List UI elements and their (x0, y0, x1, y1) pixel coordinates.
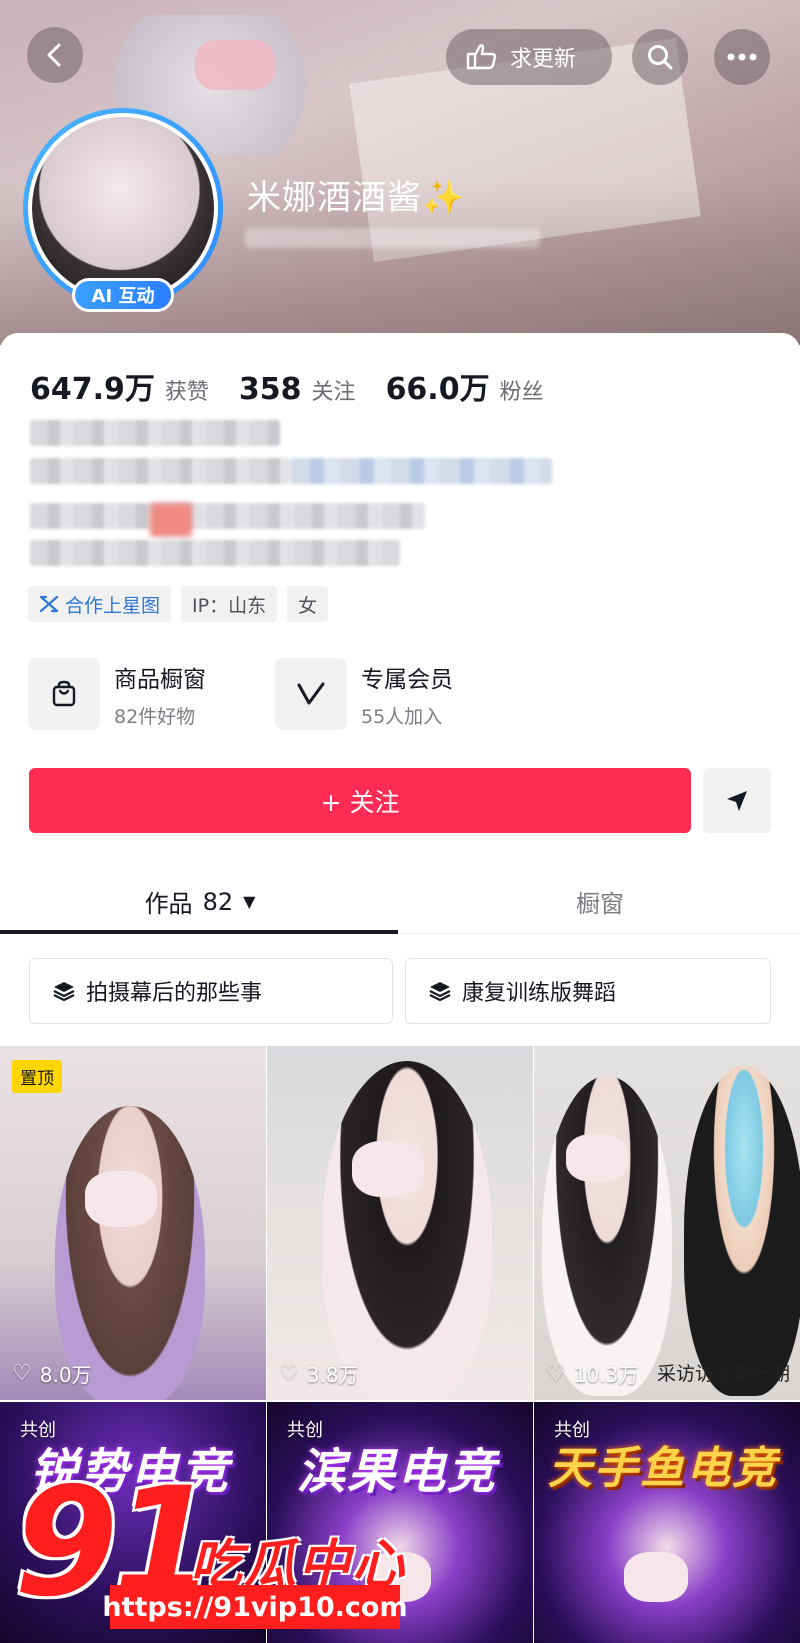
poster-title: 滨果电竞 (297, 1444, 498, 1500)
shop-bag-icon-box (28, 658, 100, 730)
banner-bow (195, 40, 275, 90)
video-likes: ♡ 3.8万 (279, 1359, 359, 1388)
collection-rehab-dance[interactable]: 康复训练版舞蹈 (405, 958, 771, 1024)
shop-window-entry[interactable]: 商品橱窗 82件好物 (28, 658, 206, 730)
thumbnail-person (322, 1061, 492, 1400)
video-likes-count: 10.3万 (573, 1363, 639, 1387)
stat-followers-label: 粉丝 (499, 380, 544, 405)
pointing-hand-icon (466, 44, 497, 70)
membership-count: 55人加入 (361, 705, 443, 728)
membership-icon-box (275, 658, 347, 730)
membership-entry[interactable]: 专属会员 55人加入 (275, 658, 453, 730)
tab-works-label: 作品 (144, 890, 193, 918)
thumbnail-person (55, 1106, 205, 1400)
heart-icon: ♡ (12, 1361, 32, 1386)
collection-label: 拍摄幕后的那些事 (86, 981, 263, 1006)
stat-following-value: 358 (238, 372, 302, 407)
send-icon (727, 790, 747, 811)
vip-v-icon (297, 682, 325, 705)
share-button[interactable] (703, 768, 771, 833)
profile-stats: 647.9万 获赞 358 关注 66.0万 粉丝 (30, 364, 574, 408)
request-update-label: 求更新 (510, 47, 577, 72)
follow-button[interactable]: + 关注 (29, 768, 691, 833)
collection-behind-the-scenes[interactable]: 拍摄幕后的那些事 (29, 958, 393, 1024)
video-thumbnail[interactable]: 采访访谈第一期 ♡ 10.3万 (534, 1046, 800, 1400)
tag-star-map-label: 合作上星图 (65, 594, 161, 617)
back-icon (47, 43, 61, 67)
blurred-bio-line (30, 503, 425, 529)
collection-label: 康复训练版舞蹈 (462, 981, 617, 1006)
star-map-icon (39, 595, 59, 613)
blurred-bio-line (30, 540, 400, 566)
stat-likes-value: 647.9万 (30, 372, 155, 407)
thumbnail-mask (352, 1141, 424, 1197)
stat-following[interactable]: 358 关注 (239, 372, 356, 407)
stat-likes: 647.9万 获赞 (30, 364, 209, 408)
profile-nickname: 米娜酒酒酱✨ (247, 178, 466, 218)
collab-badge: 共创 (20, 1420, 56, 1441)
layers-icon (53, 982, 75, 1002)
video-thumbnail[interactable]: ♡ 3.8万 (267, 1046, 533, 1400)
blurred-bio-line (30, 420, 280, 446)
blurred-bio-line (30, 458, 290, 484)
tab-works[interactable]: 作品 82 ▼ (0, 870, 400, 933)
video-likes: ♡ 8.0万 (12, 1359, 92, 1388)
request-update-button[interactable]: 求更新 (446, 29, 612, 85)
video-thumbnail[interactable]: 置顶 ♡ 8.0万 (0, 1046, 266, 1400)
shop-window-count: 82件好物 (114, 705, 196, 728)
thumbnail-person (542, 1076, 672, 1396)
pinned-badge: 置顶 (12, 1060, 62, 1093)
video-likes: ♡ 10.3万 (546, 1359, 638, 1388)
stat-following-label: 关注 (311, 380, 356, 405)
thumbnail-mask (624, 1552, 688, 1602)
back-button[interactable] (27, 27, 83, 83)
tag-gender: 女 (287, 586, 329, 622)
tab-shop-window[interactable]: 橱窗 (400, 870, 800, 933)
tag-star-map[interactable]: 合作上星图 (28, 586, 172, 622)
avatar-image (32, 117, 214, 299)
blurred-user-id (245, 228, 540, 248)
layers-icon (429, 982, 451, 1002)
stat-followers-value: 66.0万 (385, 372, 490, 407)
collab-badge: 共创 (554, 1420, 590, 1441)
tab-works-count: 82 (202, 887, 234, 916)
shopping-bag-icon (52, 680, 76, 707)
thumbnail-mask (85, 1171, 157, 1227)
stat-followers[interactable]: 66.0万 粉丝 (386, 364, 544, 408)
video-likes-count: 3.8万 (306, 1363, 359, 1387)
search-icon (648, 45, 673, 70)
stat-likes-label: 获赞 (164, 380, 209, 405)
more-dots-icon (727, 53, 757, 61)
blurred-bio-emoji (150, 503, 192, 537)
heart-icon: ♡ (279, 1361, 299, 1386)
video-thumbnail[interactable]: 天手鱼电竞 共创 (534, 1402, 800, 1643)
video-likes-count: 8.0万 (39, 1363, 92, 1387)
thumbnail-anime-character (684, 1066, 800, 1396)
search-button[interactable] (632, 29, 688, 85)
membership-title: 专属会员 (361, 666, 453, 693)
tag-ip-location: IP：山东 (181, 586, 278, 622)
video-caption: 采访访谈第一期 (656, 1363, 790, 1385)
heart-icon: ♡ (546, 1361, 566, 1386)
blurred-bio-link (290, 458, 552, 484)
more-button[interactable] (714, 29, 770, 85)
content-tabs: 作品 82 ▼ 橱窗 (0, 870, 800, 934)
shop-window-title: 商品橱窗 (114, 666, 206, 693)
profile-tags: 合作上星图 IP：山东 女 (28, 586, 338, 622)
collab-badge: 共创 (287, 1420, 323, 1441)
caret-down-icon: ▼ (243, 892, 256, 911)
active-tab-indicator (0, 930, 398, 934)
thumbnail-mask (566, 1134, 628, 1182)
ai-interact-badge[interactable]: AI 互动 (72, 278, 174, 312)
watermark-url: https://91vip10.com (102, 1585, 408, 1629)
